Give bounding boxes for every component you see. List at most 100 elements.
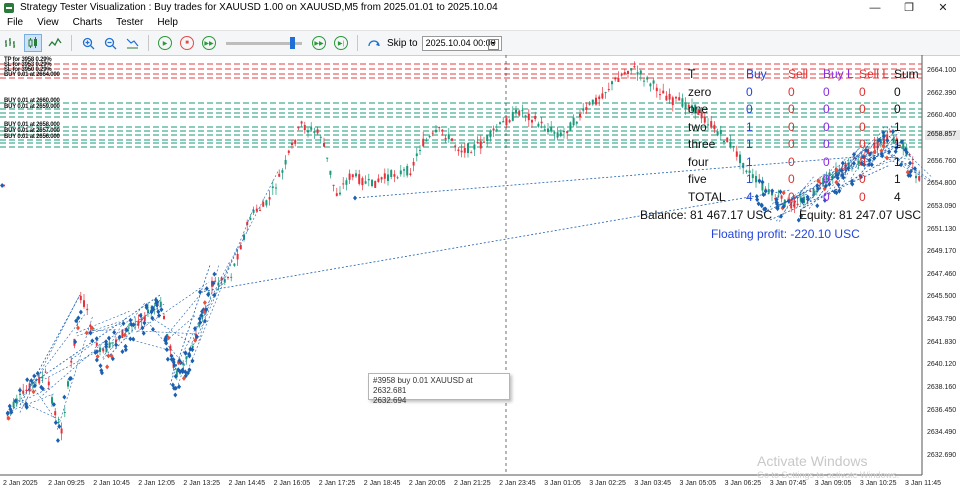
candle-body	[659, 94, 661, 96]
candle-body	[476, 141, 479, 143]
menu-view[interactable]: View	[30, 17, 66, 28]
skip-to-icon[interactable]	[365, 34, 383, 52]
price-axis-label: 2640.120	[927, 361, 957, 369]
calendar-icon[interactable]: ▾	[487, 38, 499, 50]
candle-body	[579, 113, 581, 118]
stats-cell: 0	[859, 119, 866, 134]
speed-slider-thumb[interactable]	[290, 36, 295, 49]
stats-header-cell: Buy L	[823, 67, 854, 81]
candle-body	[495, 129, 498, 131]
candle-body	[729, 141, 732, 148]
candlestick-icon[interactable]	[24, 34, 42, 52]
stats-cell: 1	[746, 137, 753, 151]
stop-icon[interactable]: ■	[178, 34, 196, 52]
trade-marker	[90, 338, 95, 344]
trade-marker	[106, 335, 111, 341]
trade-marker	[872, 149, 877, 155]
candle-body	[284, 159, 287, 165]
trade-marker	[123, 347, 128, 353]
stats-cell: 0	[859, 154, 866, 169]
current-price-tag: 2658.857	[925, 130, 960, 140]
zoom-in-icon[interactable]	[79, 34, 97, 52]
trade-link-line	[137, 330, 195, 335]
skip-to-date-input[interactable]: 2025.10.04 00:00 ▾	[421, 35, 502, 51]
stats-cell: 0	[823, 137, 830, 151]
price-axis-label: 2664.100	[927, 67, 957, 74]
trade-marker	[353, 195, 357, 201]
step-icon[interactable]: ▶▶	[200, 34, 218, 52]
menu-file[interactable]: File	[0, 17, 30, 28]
stats-cell: 1	[746, 172, 753, 186]
candle-body	[63, 412, 66, 414]
trade-link-line	[42, 340, 106, 396]
trade-marker	[212, 292, 217, 298]
candle-body	[399, 170, 402, 175]
zoom-out-icon[interactable]	[101, 34, 119, 52]
candle-body	[559, 132, 562, 137]
time-axis-label: 3 Jan 02:25	[589, 480, 626, 487]
trade-marker	[140, 325, 145, 331]
candle-body	[51, 397, 53, 404]
activation-watermark: Activate Windows	[757, 453, 868, 469]
trade-marker	[112, 329, 117, 335]
candle-body	[572, 117, 575, 126]
candle-body	[582, 108, 585, 111]
trade-marker	[31, 389, 36, 395]
trade-link-line	[354, 154, 881, 199]
candle-body	[716, 131, 719, 136]
candle-body	[358, 174, 361, 184]
skip-end-icon[interactable]: ▶|	[332, 34, 350, 52]
maximize-button[interactable]: ❐	[892, 0, 926, 15]
price-axis-label: 2636.450	[927, 406, 957, 414]
candle-body	[371, 179, 373, 187]
stats-cell: 1	[746, 119, 753, 134]
candle-body	[630, 68, 633, 71]
candle-body	[489, 130, 492, 138]
grid-icon[interactable]	[123, 34, 141, 52]
menu-charts[interactable]: Charts	[66, 17, 109, 28]
stats-header-cell: T	[688, 67, 696, 81]
candle-body	[441, 129, 444, 132]
menu-bar: File View Charts Tester Help	[0, 15, 960, 30]
fast-forward-icon[interactable]: ▶▶	[310, 34, 328, 52]
trade-link-line	[835, 153, 861, 176]
candle-body	[668, 93, 671, 100]
trade-marker	[202, 300, 207, 306]
stats-cell: 0	[859, 102, 866, 116]
candle-body	[604, 92, 607, 94]
trade-marker	[120, 349, 125, 355]
candle-body	[383, 173, 386, 179]
candle-body	[70, 360, 73, 363]
line-chart-icon[interactable]	[46, 34, 64, 52]
bar-chart-icon[interactable]	[2, 34, 20, 52]
candle-body	[335, 193, 338, 196]
trade-marker	[760, 179, 765, 185]
play-icon[interactable]: ▶	[156, 34, 174, 52]
price-axis-label: 2638.160	[927, 384, 957, 392]
tooltip-line-1: #3958 buy 0.01 XAUUSD at 2632.681	[373, 376, 473, 395]
candle-body	[547, 128, 549, 133]
candle-body	[342, 183, 345, 185]
candle-body	[502, 121, 505, 123]
candle-body	[598, 96, 601, 100]
menu-help[interactable]: Help	[150, 17, 185, 28]
candle-body	[415, 153, 418, 157]
speed-slider[interactable]	[226, 36, 302, 49]
candle-body	[348, 173, 351, 180]
price-chart[interactable]	[0, 55, 960, 494]
stats-cell: 0	[859, 172, 866, 186]
trade-marker	[885, 138, 890, 144]
candle-body	[678, 97, 681, 101]
trade-marker	[62, 394, 67, 400]
close-button[interactable]: ✕	[926, 0, 960, 15]
menu-tester[interactable]: Tester	[109, 17, 150, 28]
trade-marker	[183, 350, 188, 356]
trade-marker	[770, 188, 775, 194]
stats-cell: 4	[894, 189, 901, 204]
window-controls: — ❐ ✕	[858, 0, 960, 15]
candle-body	[585, 107, 588, 111]
time-axis-label: 2 Jan 09:25	[48, 480, 85, 487]
candle-body	[607, 88, 610, 90]
minimize-button[interactable]: —	[858, 0, 892, 15]
candle-body	[380, 177, 383, 180]
